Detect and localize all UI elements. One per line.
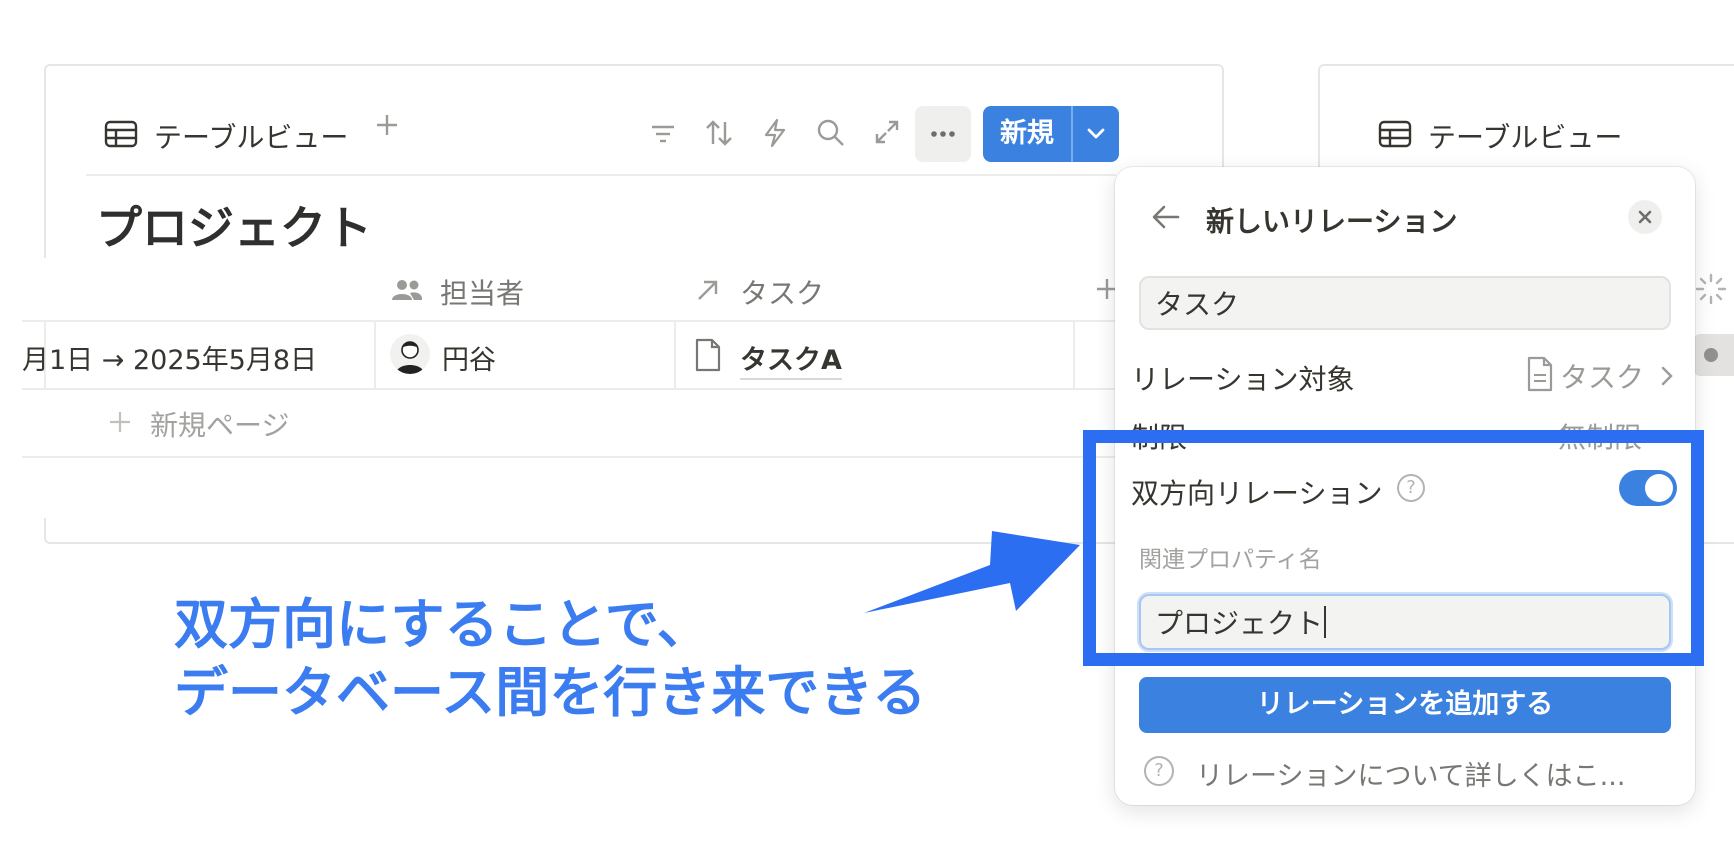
avatar	[390, 334, 430, 374]
more-icon	[931, 131, 955, 137]
table-icon	[1378, 120, 1412, 148]
table-icon	[104, 120, 138, 148]
screenshot-root: { "left_view": { "view_tab_label": "テーブル…	[0, 0, 1734, 852]
date-range-cell[interactable]: 月1日 → 2025年5月8日	[22, 338, 317, 377]
sort-icon[interactable]	[704, 118, 734, 152]
page-icon	[1526, 356, 1554, 396]
chevron-right-icon[interactable]	[1659, 364, 1675, 392]
more-options-button[interactable]	[915, 106, 971, 162]
status-dot-icon	[1704, 348, 1718, 362]
database-title[interactable]: プロジェクト	[96, 192, 372, 258]
expand-icon[interactable]	[873, 118, 901, 150]
back-arrow-icon[interactable]	[1150, 202, 1182, 236]
view-tab-label[interactable]: テーブルビュー	[1428, 116, 1622, 156]
new-button[interactable]: 新規	[983, 106, 1119, 162]
help-icon[interactable]: ?	[1144, 756, 1174, 786]
column-header-assignee[interactable]: 担当者	[440, 272, 524, 312]
annotation-line-2: データベース間を行き来できる	[174, 661, 927, 724]
view-tab-label[interactable]: テーブルビュー	[154, 116, 348, 156]
relation-name-input[interactable]: タスク	[1139, 276, 1671, 330]
panel-title: 新しいリレーション	[1206, 205, 1458, 238]
divider	[1073, 320, 1075, 388]
add-relation-button[interactable]: リレーションを追加する	[1139, 677, 1671, 733]
page-icon	[694, 338, 722, 376]
search-icon[interactable]	[816, 118, 846, 152]
help-link[interactable]: リレーションについて詳しくはこ...	[1196, 754, 1625, 793]
divider	[374, 320, 376, 388]
add-view-icon[interactable]	[374, 112, 400, 145]
target-value[interactable]: タスク	[1560, 356, 1644, 396]
new-page-button[interactable]: 新規ページ	[150, 404, 289, 444]
chevron-down-icon[interactable]	[1073, 106, 1119, 162]
close-button[interactable]	[1628, 200, 1662, 234]
divider	[22, 388, 1132, 390]
highlight-box	[1083, 430, 1704, 666]
column-header-task[interactable]: タスク	[740, 272, 824, 312]
divider	[22, 456, 1132, 458]
assignee-cell[interactable]: 円谷	[442, 338, 496, 377]
plus-icon[interactable]	[108, 410, 132, 438]
new-button-label: 新規	[1000, 118, 1054, 149]
divider	[674, 320, 676, 388]
callout-arrow-icon	[864, 531, 1080, 613]
status-badge	[1694, 334, 1734, 376]
relation-arrow-icon	[694, 276, 722, 308]
loading-icon	[1694, 272, 1728, 310]
divider	[22, 320, 1132, 322]
automation-icon[interactable]	[762, 118, 788, 152]
divider	[86, 174, 1116, 176]
close-icon	[1638, 210, 1652, 224]
task-link[interactable]: タスクA	[740, 338, 842, 380]
target-label: リレーション対象	[1131, 363, 1355, 396]
people-icon	[390, 276, 424, 308]
filter-icon[interactable]	[649, 120, 677, 152]
